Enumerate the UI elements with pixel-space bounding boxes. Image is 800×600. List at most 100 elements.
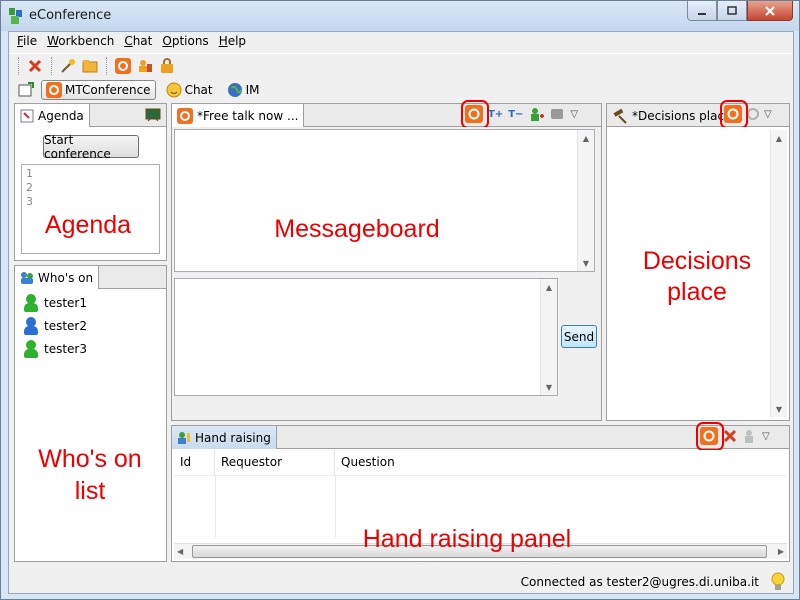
refresh-icon[interactable]: [114, 57, 132, 75]
messageboard-scrollbar[interactable]: ▲ ▼: [577, 130, 594, 271]
menu-help-label: elp: [227, 34, 247, 48]
user-name: tester1: [44, 295, 87, 310]
scroll-right-icon[interactable]: ▶: [778, 547, 784, 556]
sync-icon[interactable]: [746, 107, 760, 121]
menu-file[interactable]: File: [13, 32, 43, 52]
user-item[interactable]: tester2: [15, 314, 166, 337]
agenda-tab-label: Agenda: [38, 108, 84, 123]
menu-workbench[interactable]: Workbench: [43, 32, 120, 52]
app-icon: [9, 8, 22, 24]
user-name: tester2: [44, 318, 87, 333]
decisions-panel: *Decisions place ▽ ▲ ▼ Decisions place: [606, 100, 790, 421]
decisions-tab[interactable]: *Decisions place: [607, 104, 736, 127]
decisions-annotation-line1: Decisions: [642, 247, 752, 275]
column-header-id[interactable]: Id: [174, 450, 215, 475]
menu-chat[interactable]: Chat: [120, 32, 158, 52]
start-conference-button[interactable]: Start conference: [43, 133, 139, 161]
message-input-scrollbar[interactable]: ▲ ▼: [540, 279, 557, 395]
decisions-scrollbar[interactable]: ▲ ▼: [770, 130, 787, 417]
user-self-icon: [24, 316, 38, 335]
column-line: [335, 475, 336, 537]
messageboard-tab[interactable]: *Free talk now ...: [172, 104, 305, 127]
maximize-icon: [727, 5, 737, 15]
table-divider: [174, 475, 786, 476]
refresh-highlight: [461, 100, 489, 129]
gavel-icon: [613, 108, 627, 124]
messageboard-log[interactable]: ▲ ▼: [174, 129, 595, 272]
whoson-body: tester1 tester2 tester3: [15, 289, 166, 561]
scroll-down-icon[interactable]: ▼: [541, 379, 557, 395]
view-menu-icon[interactable]: ▽: [570, 109, 578, 120]
agenda-line: 3: [26, 195, 33, 208]
folder-icon[interactable]: [81, 57, 99, 75]
minimize-icon: [698, 12, 706, 15]
add-user-icon[interactable]: [528, 106, 545, 122]
whoson-tab-label: Who's on: [38, 270, 94, 285]
scroll-up-icon[interactable]: ▲: [578, 130, 594, 146]
column-line: [215, 475, 216, 537]
agenda-line: 1: [26, 167, 33, 180]
refresh-highlight: [696, 422, 724, 451]
message-input[interactable]: ▲ ▼: [174, 278, 558, 396]
perspective-mtconference-label: MTConference: [65, 83, 151, 97]
user-key-icon[interactable]: [136, 57, 154, 75]
whoson-tab-row: Who's on: [15, 266, 166, 289]
close-icon: [765, 5, 775, 16]
menu-options[interactable]: Options: [158, 32, 214, 52]
whoson-tab[interactable]: Who's on: [15, 266, 100, 289]
menu-workbench-label: orkbench: [58, 34, 115, 48]
send-button[interactable]: Send: [561, 325, 597, 348]
close-window-button[interactable]: [747, 1, 793, 21]
decisions-tab-row: *Decisions place ▽: [607, 104, 789, 127]
user-disabled-icon[interactable]: [742, 428, 758, 444]
perspective-mtconference[interactable]: MTConference: [41, 80, 156, 100]
user-name: tester3: [44, 341, 87, 356]
lightbulb-icon[interactable]: [770, 572, 786, 592]
scroll-up-icon[interactable]: ▲: [771, 130, 787, 146]
user-item[interactable]: tester1: [15, 291, 166, 314]
scroll-left-icon[interactable]: ◀: [177, 547, 183, 556]
menu-options-label: ptions: [171, 34, 209, 48]
disconnect-icon[interactable]: [26, 57, 44, 75]
globe-icon: [227, 83, 242, 97]
maximize-button[interactable]: [717, 1, 747, 21]
font-decrease-icon[interactable]: T−: [508, 109, 523, 120]
perspective-im[interactable]: IM: [223, 80, 264, 100]
application-window: eConference File Workbench Chat Options …: [0, 0, 800, 600]
minimize-button[interactable]: [687, 1, 717, 21]
open-perspective-icon[interactable]: [17, 81, 35, 99]
handraising-tab[interactable]: Hand raising: [172, 426, 277, 449]
messageboard-body: ▲ ▼ ▲ ▼ Send: [172, 127, 601, 420]
scroll-down-icon[interactable]: ▼: [578, 255, 594, 271]
toolbar-separator: [51, 56, 52, 75]
scroll-up-icon[interactable]: ▲: [541, 279, 557, 295]
view-menu-icon[interactable]: ▽: [764, 109, 772, 120]
lock-icon[interactable]: [158, 57, 176, 75]
perspective-chat[interactable]: Chat: [162, 80, 217, 100]
column-header-requestor[interactable]: Requestor: [215, 450, 335, 475]
user-item[interactable]: tester3: [15, 337, 166, 360]
perspective-bar: MTConference Chat IM: [9, 78, 793, 102]
menu-help[interactable]: Help: [215, 32, 252, 52]
blackboard-icon[interactable]: [145, 107, 161, 123]
agenda-tab[interactable]: Agenda: [15, 104, 90, 127]
refresh-icon: [46, 82, 62, 98]
menu-workbench-mnemonic: W: [47, 34, 59, 48]
magic-wand-icon[interactable]: [59, 57, 77, 75]
menu-file-label: ile: [23, 34, 38, 48]
status-bar: Connected as tester2@ugres.di.uniba.it: [9, 572, 793, 594]
main-toolbar: [9, 53, 793, 77]
handraising-tab-label: Hand raising: [195, 430, 271, 445]
view-menu-icon[interactable]: ▽: [762, 431, 770, 442]
scroll-down-icon[interactable]: ▼: [771, 401, 787, 417]
agenda-panel: Agenda Start conference 1 2 3 Agenda: [14, 103, 167, 261]
remove-request-icon[interactable]: [722, 428, 738, 444]
messageboard-tab-row: *Free talk now ... T+ T− ▽: [172, 104, 601, 127]
speaker-icon[interactable]: [549, 106, 565, 122]
user-online-icon: [24, 339, 38, 358]
toolbar-separator: [18, 56, 19, 75]
font-increase-icon[interactable]: T+: [488, 109, 503, 120]
column-header-question[interactable]: Question: [335, 450, 785, 475]
toolbar-separator: [106, 56, 107, 75]
whoson-annotation-line2: list: [74, 477, 106, 505]
